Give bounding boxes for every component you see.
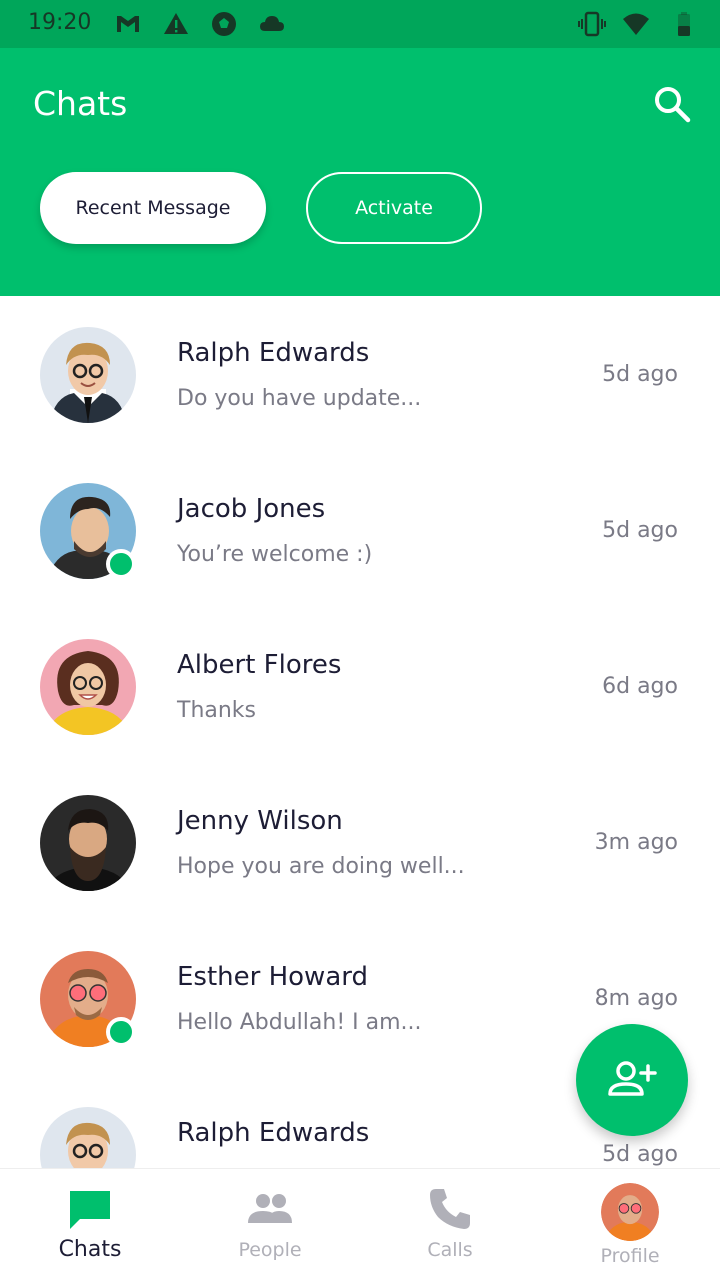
chat-name: Ralph Edwards bbox=[177, 1118, 370, 1148]
online-indicator bbox=[106, 549, 136, 579]
warning-icon bbox=[164, 13, 188, 34]
status-time: 19:20 bbox=[28, 10, 92, 35]
vibrate-icon bbox=[578, 11, 606, 37]
bottom-navigation: Chats People Calls Profile bbox=[0, 1168, 720, 1280]
add-person-icon bbox=[608, 1061, 657, 1096]
nav-people-label: People bbox=[238, 1239, 302, 1261]
battery-icon bbox=[678, 12, 690, 36]
chat-name: Jenny Wilson bbox=[177, 806, 343, 836]
avatar bbox=[40, 795, 136, 891]
filter-recent-message-button[interactable]: Recent Message bbox=[40, 172, 266, 244]
chat-name: Jacob Jones bbox=[177, 494, 326, 524]
chat-time: 3m ago bbox=[594, 830, 678, 855]
people-icon bbox=[248, 1194, 292, 1223]
filter-activate-label: Activate bbox=[355, 197, 433, 219]
chat-time: 5d ago bbox=[602, 362, 678, 387]
nav-chats-label: Chats bbox=[58, 1237, 122, 1262]
phone-icon bbox=[430, 1189, 470, 1229]
chat-message: You’re welcome :) bbox=[177, 542, 373, 567]
wifi-icon bbox=[623, 13, 649, 35]
avatar bbox=[601, 1183, 659, 1241]
chat-message: Do you have update... bbox=[177, 386, 422, 411]
search-icon[interactable] bbox=[650, 82, 694, 126]
gmail-icon bbox=[117, 16, 139, 32]
chat-row[interactable]: Jacob Jones You’re welcome :) 5d ago bbox=[0, 452, 720, 608]
chat-time: 5d ago bbox=[602, 518, 678, 543]
soccer-ball-icon bbox=[212, 12, 236, 36]
add-contact-button[interactable] bbox=[576, 1024, 688, 1136]
chat-time: 8m ago bbox=[594, 986, 678, 1011]
chat-name: Albert Flores bbox=[177, 650, 342, 680]
avatar bbox=[40, 327, 136, 423]
filter-activate-button[interactable]: Activate bbox=[306, 172, 482, 244]
cloud-icon bbox=[260, 16, 284, 31]
chat-message: Hello Abdullah! I am... bbox=[177, 1010, 422, 1035]
online-indicator bbox=[106, 1017, 136, 1047]
chat-row[interactable]: Ralph Edwards Do you have update... 5d a… bbox=[0, 296, 720, 452]
avatar bbox=[40, 1107, 136, 1168]
nav-chats[interactable]: Chats bbox=[0, 1169, 180, 1280]
app-header: Chats Recent Message Activate bbox=[0, 48, 720, 296]
nav-people[interactable]: People bbox=[180, 1169, 360, 1280]
chat-message: Hope you are doing well... bbox=[177, 854, 465, 879]
nav-profile[interactable]: Profile bbox=[540, 1169, 720, 1280]
status-bar: 19:20 bbox=[0, 0, 720, 48]
filter-recent-message-label: Recent Message bbox=[75, 197, 231, 219]
chat-name: Ralph Edwards bbox=[177, 338, 370, 368]
chat-bubble-icon bbox=[70, 1191, 110, 1229]
page-title: Chats bbox=[33, 84, 128, 123]
nav-calls-label: Calls bbox=[427, 1239, 473, 1261]
nav-calls[interactable]: Calls bbox=[360, 1169, 540, 1280]
chat-row[interactable]: Albert Flores Thanks 6d ago bbox=[0, 608, 720, 764]
nav-profile-label: Profile bbox=[600, 1245, 660, 1267]
chat-row[interactable]: Jenny Wilson Hope you are doing well... … bbox=[0, 764, 720, 920]
chat-name: Esther Howard bbox=[177, 962, 368, 992]
chat-time: 6d ago bbox=[602, 674, 678, 699]
chat-time: 5d ago bbox=[602, 1142, 678, 1167]
chat-message: Thanks bbox=[177, 698, 257, 723]
avatar bbox=[40, 639, 136, 735]
